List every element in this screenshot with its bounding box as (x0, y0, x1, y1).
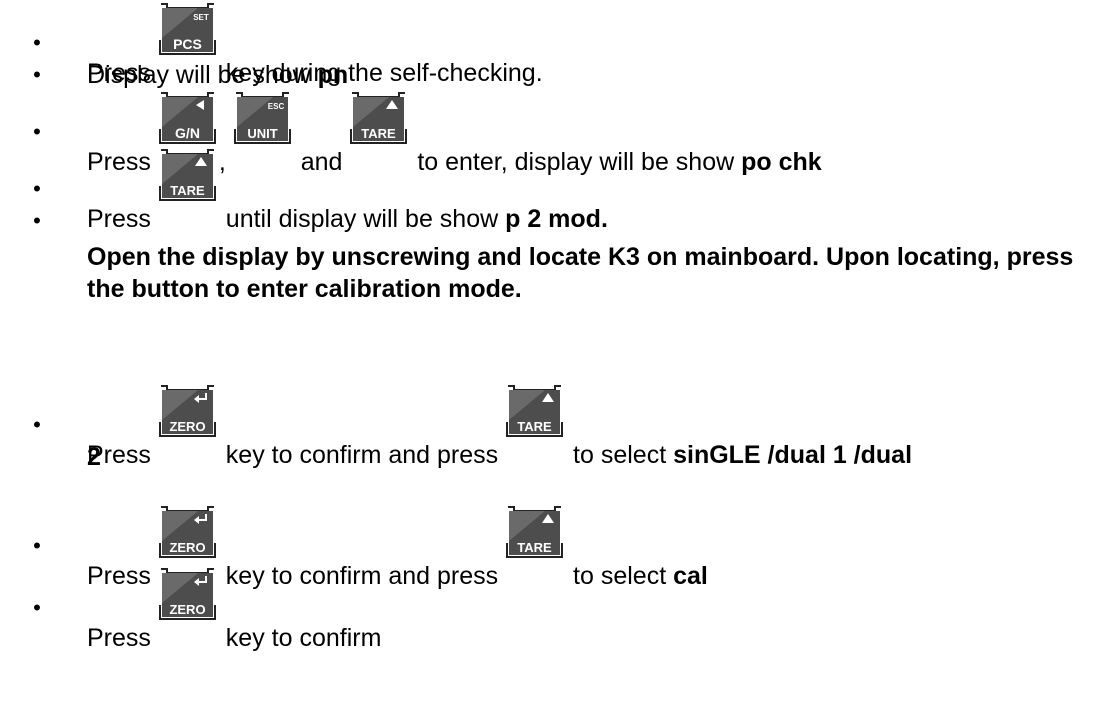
bullet: • (33, 62, 41, 87)
key-label: ZERO (169, 602, 205, 617)
step-text: Press (87, 624, 158, 652)
key-label: TARE (362, 126, 397, 141)
tare-key-icon: TARE (505, 382, 564, 440)
gn-key-icon: G/N (158, 89, 217, 147)
key-sublabel: SET (193, 13, 209, 22)
step-text: Press (87, 205, 158, 233)
tare-key-icon: TARE (158, 146, 217, 204)
key-label: TARE (517, 540, 552, 555)
key-label: TARE (517, 419, 552, 434)
key-label: PCS (173, 36, 202, 52)
bullet: • (33, 30, 41, 55)
step-text: to select (566, 562, 674, 590)
key-label: G/N (175, 125, 200, 141)
bullet: • (33, 119, 41, 144)
bullet: • (33, 208, 41, 233)
display-value: po chk (741, 148, 822, 176)
tare-key-icon: TARE (349, 89, 408, 147)
display-value: pn (317, 61, 349, 89)
tare-key-icon: TARE (505, 503, 564, 561)
bullet: • (33, 533, 41, 558)
key-label: UNIT (247, 126, 277, 141)
pcs-key-icon: SET PCS (158, 0, 217, 58)
zero-key-icon: ZERO (158, 565, 217, 623)
bullet: • (33, 412, 41, 437)
step-text: Display will be show (87, 61, 318, 89)
zero-key-icon: ZERO (158, 382, 217, 440)
document: • Press SET PCS key during the self-chec… (0, 0, 1112, 704)
zero-key-icon: ZERO (158, 503, 217, 561)
step-text: to select (566, 441, 674, 469)
display-value: 2 (87, 443, 101, 471)
step-text: until display will be show (218, 205, 506, 233)
key-label: TARE (170, 183, 205, 198)
key-sublabel: ESC (268, 102, 285, 111)
bullet: • (33, 176, 41, 201)
display-value: p 2 mod. (505, 205, 608, 233)
display-value: cal (673, 562, 708, 590)
key-label: ZERO (169, 419, 205, 434)
step-text: key to confirm and press (218, 441, 506, 469)
step-text: key to confirm (218, 624, 382, 652)
calibration-instruction: Open the display by unscrewing and locat… (87, 243, 1074, 303)
bullet: • (33, 595, 41, 620)
key-label: ZERO (169, 540, 205, 555)
unit-key-icon: ESC UNIT (233, 89, 292, 147)
display-value: sinGLE /dual 1 /dual (673, 441, 913, 469)
